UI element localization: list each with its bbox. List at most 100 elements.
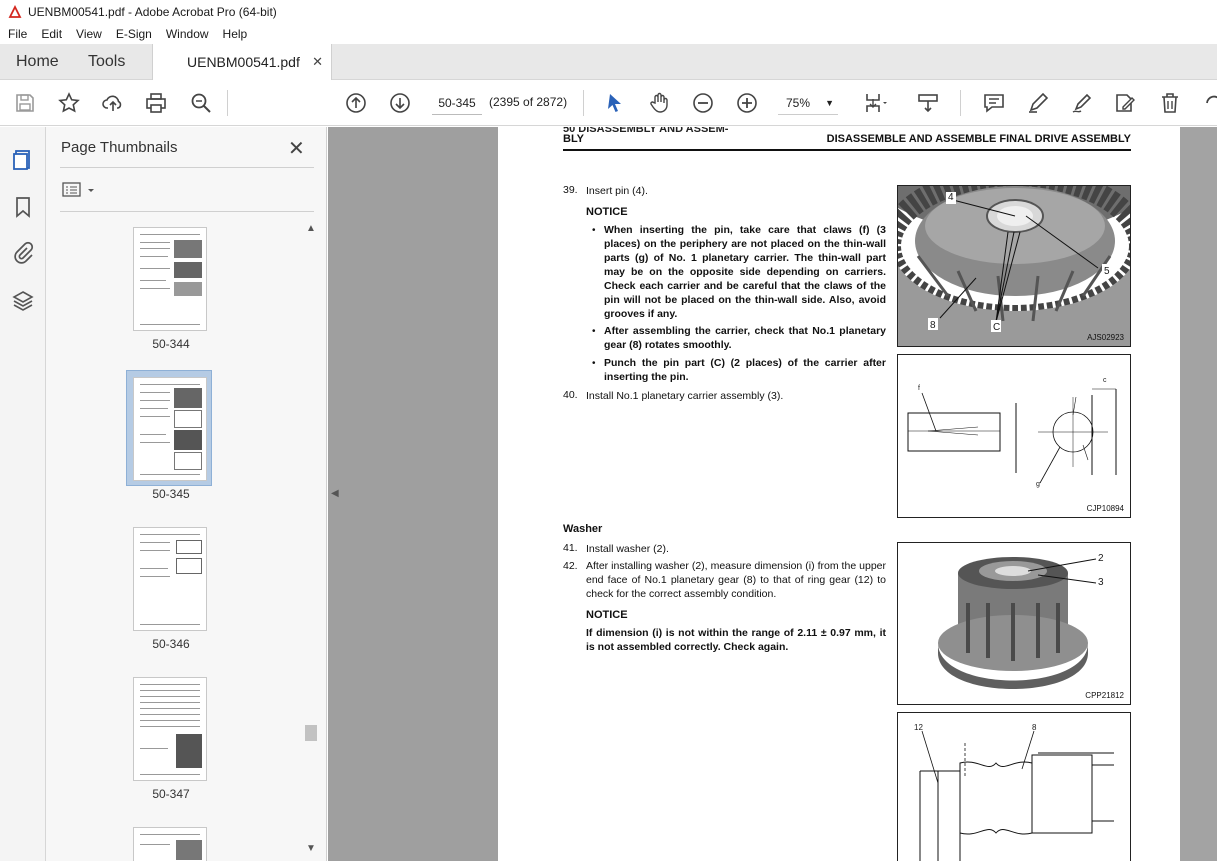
callout-label: f [918,385,920,392]
save-icon[interactable] [12,90,38,116]
window-title: UENBM00541.pdf - Adobe Acrobat Pro (64-b… [28,5,277,19]
edit-pdf-icon[interactable] [1112,90,1138,116]
next-page-icon[interactable] [387,90,413,116]
thumbnail-image [133,227,207,331]
notice-bullet: Punch the pin part (C) (2 places) of the… [604,357,886,383]
zoom-level-value: 75% [786,96,811,110]
pdf-page: 50 DISASSEMBLY AND ASSEM- BLY DISASSEMBL… [498,127,1180,861]
callout-label: 12 [914,723,923,732]
callout-label: C [993,322,1001,333]
thumbnail-scrollbar[interactable]: ▲ ▼ [304,223,318,857]
scroll-mode-icon[interactable] [915,90,941,116]
figure-code: AJS02923 [1087,333,1124,342]
step-text: After installing washer (2), measure dim… [586,560,886,600]
scroll-up-icon[interactable]: ▲ [306,223,316,234]
thumbnail-page-50-347[interactable]: 50-347 [133,677,209,801]
thumbnail-label: 50-347 [152,787,190,801]
close-tab-icon[interactable]: ✕ [312,44,323,80]
chevron-down-icon: ▼ [825,98,834,108]
comment-icon[interactable] [981,90,1007,116]
acrobat-logo-icon [8,5,22,18]
thumbnail-page-50-345[interactable]: 50-345 [126,370,212,501]
delete-icon[interactable] [1157,90,1183,116]
menu-bar: File Edit View E-Sign Window Help [0,24,1217,44]
header-rule [563,149,1131,151]
previous-page-icon[interactable] [343,90,369,116]
figure-code: CJP10894 [1086,504,1124,513]
callout-label: 8 [930,320,936,331]
layers-icon[interactable] [10,288,36,314]
thumbnail-options-menu[interactable] [62,181,102,199]
page-number-input[interactable] [432,91,482,115]
cross-section-illustration [919,730,1114,861]
thumbnail-page-next[interactable] [133,827,209,861]
menu-file[interactable]: File [0,27,34,41]
attachment-icon[interactable] [10,240,36,266]
notice-text: If dimension (i) is not within the range… [586,627,886,653]
callout-label: 2 [1098,553,1104,564]
panel-divider [60,167,314,168]
step-text: Install No.1 planetary carrier assembly … [586,390,784,402]
figure-washer-photo: 2 3 CPP21812 [897,542,1131,705]
figure-code: CPP21812 [1085,691,1124,700]
page-thumbnails-icon[interactable] [10,147,36,173]
menu-view[interactable]: View [69,27,109,41]
pin-diagram-illustration [907,388,1117,484]
thumbnail-image [133,827,207,861]
rotate-icon[interactable] [1200,90,1217,116]
header-section: BLY [563,133,584,145]
sign-icon[interactable] [1069,90,1095,116]
search-icon[interactable] [188,90,214,116]
tab-document[interactable]: UENBM00541.pdf ✕ [152,44,332,81]
page-display-icon[interactable] [862,90,888,116]
close-panel-icon[interactable]: ✕ [288,136,305,161]
callout-label: 4 [948,192,954,203]
left-navigation-rail [0,127,46,861]
page-thumbnails-panel: Page Thumbnails ✕ 50-344 50-345 50-346 5… [46,127,327,861]
notice-heading: NOTICE [586,206,628,218]
thumbnail-image [133,677,207,781]
bookmark-star-icon[interactable] [56,90,82,116]
toolbar-divider [960,90,961,116]
menu-window[interactable]: Window [159,27,216,41]
thumbnail-page-50-346[interactable]: 50-346 [133,527,209,651]
tab-home[interactable]: Home [16,44,59,80]
thumbnail-image [133,377,207,481]
tab-tools[interactable]: Tools [88,44,125,80]
page-count: (2395 of 2872) [489,95,568,109]
figure-pin-insertion-photo: 4 5 8 C AJS02923 [897,185,1131,347]
toolbar: (2395 of 2872) 75% ▼ [0,80,1217,126]
bullet-dot: • [592,326,596,337]
panel-divider [60,211,314,212]
print-icon[interactable] [143,90,169,116]
collapse-panel-icon[interactable]: ◀ [331,488,339,499]
thumbnail-page-50-344[interactable]: 50-344 [133,227,209,351]
menu-help[interactable]: Help [216,27,255,41]
step-text: Insert pin (4). [586,185,648,197]
section-title-washer: Washer [563,523,603,535]
right-gutter [1180,127,1217,861]
scroll-down-icon[interactable]: ▼ [306,843,316,854]
menu-esign[interactable]: E-Sign [109,27,159,41]
document-view[interactable]: 50 DISASSEMBLY AND ASSEM- BLY DISASSEMBL… [328,127,1217,861]
menu-edit[interactable]: Edit [34,27,69,41]
thumbnail-label: 50-345 [152,487,190,501]
zoom-level-dropdown[interactable]: 75% ▼ [778,91,838,115]
callout-label: 8 [1032,723,1037,732]
notice-bullet: After assembling the carrier, check that… [604,325,886,351]
figure-washer-cross-section: 12 8 [897,712,1131,861]
zoom-in-icon[interactable] [734,90,760,116]
toolbar-divider [583,90,584,116]
tab-document-label: UENBM00541.pdf [187,54,300,70]
acrobat-window: UENBM00541.pdf - Adobe Acrobat Pro (64-b… [0,0,1217,861]
hand-tool-icon[interactable] [646,90,672,116]
share-upload-icon[interactable] [100,90,126,116]
thumbnail-label: 50-346 [152,637,190,651]
bookmark-icon[interactable] [10,194,36,220]
options-list-icon [62,182,94,197]
highlight-pen-icon[interactable] [1025,90,1051,116]
scrollbar-thumb[interactable] [305,725,317,741]
zoom-out-icon[interactable] [690,90,716,116]
panel-title: Page Thumbnails [61,139,178,156]
select-cursor-icon[interactable] [602,90,628,116]
